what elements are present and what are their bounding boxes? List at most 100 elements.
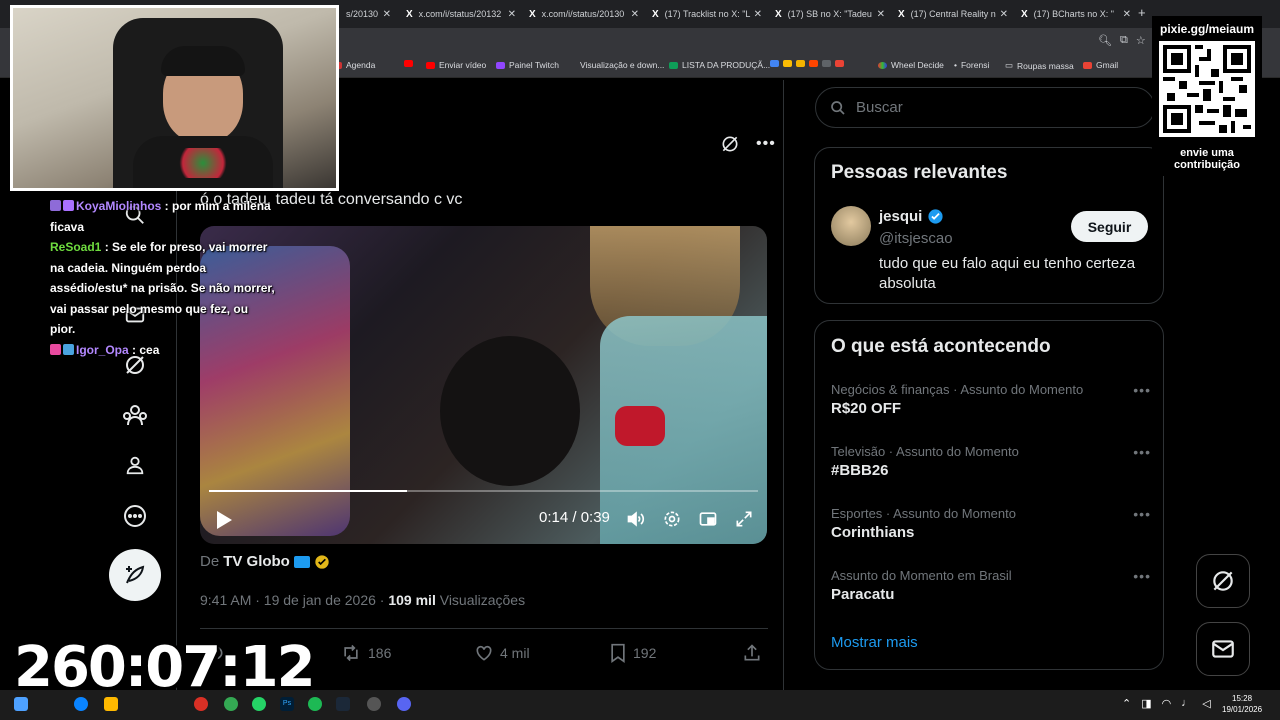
bookmark-lista-producao[interactable]: LISTA DA PRODUÇÃ...	[669, 60, 770, 70]
reddit-icon[interactable]	[809, 60, 818, 67]
more-options-icon[interactable]: •••	[1133, 506, 1151, 522]
search-box[interactable]	[815, 87, 1155, 128]
star-icon[interactable]: ☆	[1136, 34, 1146, 47]
taskbar	[0, 690, 1280, 720]
browser-tab[interactable]: X (17) Tracklist no X: "L ✕	[646, 4, 766, 24]
bookmark-icon[interactable]	[822, 60, 831, 67]
fullscreen-button[interactable]	[734, 509, 754, 529]
bookmark-gmail[interactable]: Gmail	[1083, 60, 1118, 70]
wheel-icon	[878, 61, 887, 69]
user-name[interactable]: jesqui	[879, 208, 944, 225]
bookmark-icons-group	[770, 60, 844, 67]
whatsapp-icon[interactable]	[252, 697, 266, 711]
more-options-icon[interactable]: •••	[756, 135, 776, 153]
wifi-icon[interactable]: ◠	[1162, 697, 1172, 710]
more-options-icon[interactable]: •••	[1133, 568, 1151, 584]
trend-item[interactable]: Negócios & finanças · Assunto do Momento…	[831, 382, 1151, 417]
chat-message: ReSoad1 : Se ele for preso, vai morrer n…	[50, 240, 275, 336]
chevron-up-icon[interactable]: ⌃	[1122, 697, 1131, 710]
bookmark-forensi[interactable]: • Forensi	[954, 60, 989, 70]
network-icon[interactable]: ◨	[1141, 697, 1151, 710]
app-icon[interactable]	[194, 697, 208, 711]
like-button[interactable]: 4 mil	[474, 643, 530, 663]
browser-tab[interactable]: X (17) Central Reality n ✕	[892, 4, 1012, 24]
close-icon[interactable]: ✕	[1000, 9, 1008, 20]
trend-category: Assunto do Momento em Brasil	[831, 568, 1012, 583]
video-progress-bar[interactable]	[209, 490, 758, 492]
browser-tab[interactable]: Xx.com/i/status/20130 ✕	[523, 4, 643, 24]
close-icon[interactable]: ✕	[631, 9, 639, 20]
close-icon[interactable]: ✕	[754, 9, 762, 20]
play-button[interactable]	[214, 509, 234, 531]
profile-icon[interactable]	[120, 450, 150, 480]
grok-icon[interactable]	[720, 134, 740, 154]
browser-tab[interactable]: X (17) SB no X: "Tadeu ✕	[769, 4, 889, 24]
close-icon[interactable]: ✕	[383, 9, 391, 20]
spotify-icon[interactable]	[308, 697, 322, 711]
photoshop-icon[interactable]: Ps	[280, 697, 294, 711]
communities-icon[interactable]	[120, 400, 150, 430]
bookmark-visualizacao[interactable]: Visualização e down...	[580, 60, 664, 70]
volume-icon[interactable]: ◁	[1202, 697, 1210, 710]
bookmark-enviar-video[interactable]: Enviar vídeo	[426, 60, 486, 70]
drive-icon[interactable]	[783, 60, 792, 67]
gmail-icon[interactable]	[835, 60, 844, 67]
card-title: Pessoas relevantes	[831, 162, 1008, 183]
bookmark-wheel-decide[interactable]: Wheel Decide	[878, 60, 944, 70]
follow-button[interactable]: Seguir	[1071, 211, 1148, 242]
grok-fab-button[interactable]	[1196, 554, 1250, 608]
search-input[interactable]	[856, 99, 1126, 116]
trend-item[interactable]: Esportes · Assunto do Momento Corinthian…	[831, 506, 1151, 541]
tweet-header-actions: •••	[720, 134, 776, 154]
install-icon[interactable]: ⧉	[1120, 34, 1128, 47]
bookmark-icon[interactable]	[796, 60, 805, 67]
bookmark-roupas-massa[interactable]: ▭ Roupas massa	[1005, 60, 1074, 71]
trend-item[interactable]: Televisão · Assunto do Momento #BBB26 ••…	[831, 444, 1151, 479]
obs-icon[interactable]	[367, 697, 381, 711]
bookmark-icon[interactable]	[770, 60, 779, 67]
more-options-icon[interactable]: •••	[1133, 444, 1151, 460]
close-icon[interactable]: ✕	[508, 9, 516, 20]
compose-post-button[interactable]	[109, 549, 161, 601]
taskbar-clock[interactable]: 15:28 19/01/2026	[1222, 693, 1262, 715]
more-icon[interactable]	[120, 501, 150, 531]
edge-icon[interactable]	[74, 697, 88, 711]
browser-tab[interactable]: Xx.com/i/status/20132 ✕	[400, 4, 520, 24]
browser-tab[interactable]: s/20130 ✕	[340, 4, 395, 24]
verified-badge-icon	[928, 209, 943, 224]
steam-icon[interactable]	[336, 697, 350, 711]
bookmark-button[interactable]: 192	[609, 643, 656, 663]
tweet-timestamp[interactable]: 9:41 AM · 19 de jan de 2026 ·	[200, 592, 384, 608]
show-more-link[interactable]: Mostrar mais	[831, 634, 918, 651]
bookmark-count: 192	[633, 645, 657, 661]
video-player[interactable]: 0:14 / 0:39	[200, 226, 767, 544]
bookmark-agenda[interactable]: Agenda	[333, 60, 375, 70]
tab-label: (17) SB no X: "Tadeu	[787, 9, 872, 19]
pip-button[interactable]	[698, 509, 718, 529]
user-handle[interactable]: @itsjescao	[879, 230, 953, 247]
browser-tab[interactable]: X (17) BCharts no X: " ✕	[1015, 4, 1135, 24]
microphone-icon[interactable]: ♩	[1181, 697, 1192, 710]
settings-button[interactable]	[662, 509, 682, 529]
more-options-icon[interactable]: •••	[1133, 382, 1151, 398]
close-icon[interactable]: ✕	[877, 9, 885, 20]
avatar[interactable]	[831, 206, 871, 246]
zoom-icon[interactable]: 🔍︎	[1098, 34, 1112, 47]
messages-fab-button[interactable]	[1196, 622, 1250, 676]
chrome-icon[interactable]	[224, 697, 238, 711]
trend-name: #BBB26	[831, 462, 889, 479]
discord-icon[interactable]	[397, 697, 411, 711]
x-logo-icon: X	[652, 8, 659, 20]
volume-button[interactable]	[626, 509, 646, 529]
start-icon[interactable]	[14, 697, 28, 711]
retweet-button[interactable]: 186	[340, 643, 391, 663]
bookmark-youtube[interactable]	[404, 60, 417, 67]
new-tab-button[interactable]: +	[1138, 5, 1146, 20]
bookmark-label: Enviar vídeo	[439, 60, 487, 70]
explorer-icon[interactable]	[104, 697, 118, 711]
source-link[interactable]: TV Globo	[223, 553, 290, 570]
bookmark-painel-twitch[interactable]: Painel Twitch	[496, 60, 559, 70]
close-icon[interactable]: ✕	[1123, 9, 1131, 20]
trend-item[interactable]: Assunto do Momento em Brasil Paracatu ••…	[831, 568, 1151, 603]
share-button[interactable]	[742, 643, 762, 663]
